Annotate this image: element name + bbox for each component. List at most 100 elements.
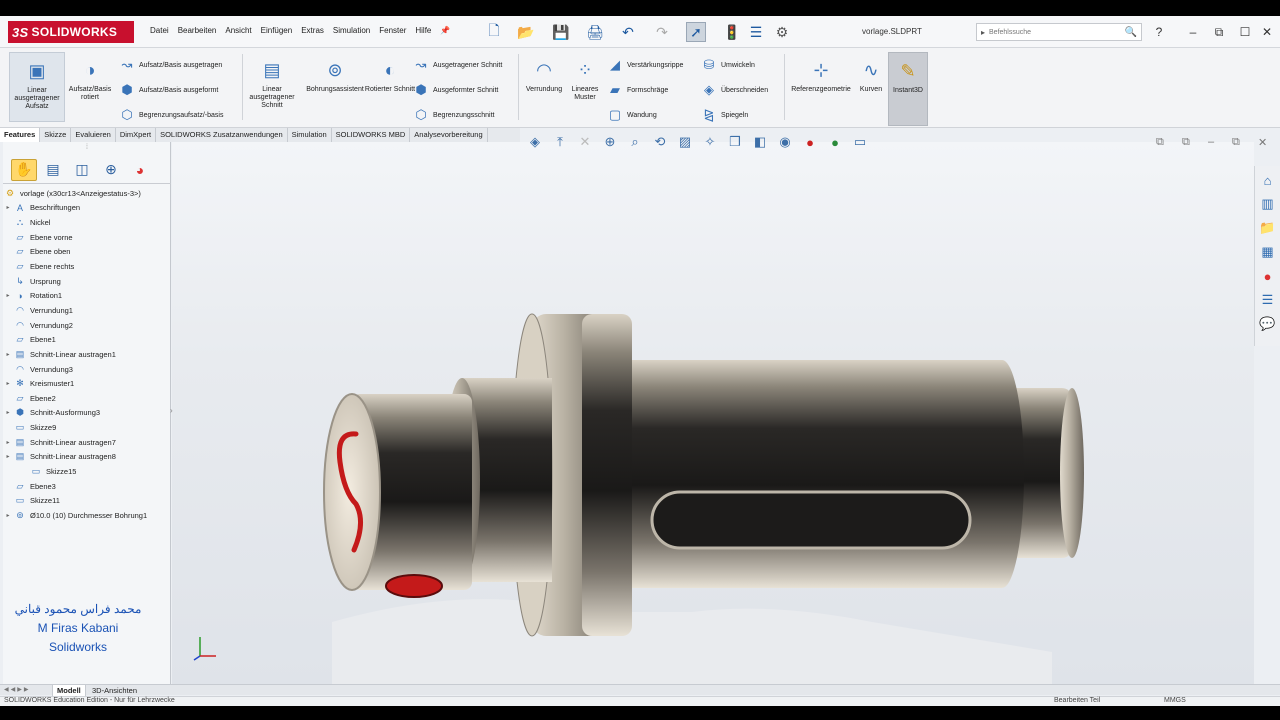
tree-item[interactable]: ↳ Ursprung [3, 274, 171, 289]
hole-wizard-button[interactable]: ⊚ Bohrungsassistent [302, 52, 368, 122]
options-gear-icon[interactable]: ⚙ [772, 22, 792, 42]
tree-item[interactable]: ▸ ◑ Rotation1 [3, 288, 171, 303]
viewport-split-icon[interactable]: ⧉ [1182, 136, 1190, 149]
tree-item[interactable]: ▸ ▤ Schnitt-Linear austragen1 [3, 347, 171, 362]
revolved-boss-button[interactable]: ◑ Aufsatz/Basis rotiert [62, 52, 118, 122]
menu-simulation[interactable]: Simulation [333, 26, 370, 35]
expand-arrow-icon[interactable]: ▸ [3, 512, 13, 519]
section-icon[interactable]: ▨ [674, 133, 696, 151]
expand-arrow-icon[interactable]: ▸ [3, 380, 13, 387]
menu-bearbeiten[interactable]: Bearbeiten [178, 26, 217, 35]
view-orientation-icon[interactable]: ❒ [724, 133, 746, 151]
restore-icon[interactable]: ⧉ [1210, 23, 1228, 41]
new-document-icon[interactable]: 🗋 [484, 22, 504, 42]
panel-collapse-handle[interactable]: ⁞ [3, 144, 171, 154]
expand-arrow-icon[interactable]: ▸ [3, 409, 13, 416]
menu-einfuegen[interactable]: Einfügen [261, 26, 293, 35]
extruded-boss-button[interactable]: ▣ Linear ausgetragener Aufsatz [9, 52, 65, 122]
reference-geometry-button[interactable]: ⊹ Referenzgeometrie [786, 52, 856, 122]
tree-item[interactable]: ▱ Ebene rechts [3, 259, 171, 274]
redo-icon[interactable]: ↷ [652, 22, 672, 42]
tree-item[interactable]: ◠ Verrundung3 [3, 362, 171, 377]
tree-item[interactable]: ▭ Skizze9 [3, 420, 171, 435]
menu-fenster[interactable]: Fenster [379, 26, 406, 35]
minimize-icon[interactable]: – [1184, 23, 1202, 41]
maximize-icon[interactable]: ☐ [1236, 23, 1254, 41]
boundary-boss-button[interactable]: ⬡ Begrenzungsaufsatz/-basis [118, 104, 223, 126]
tab-mbd[interactable]: SOLIDWORKS MBD [332, 128, 411, 142]
display-style-icon[interactable]: ◧ [749, 133, 771, 151]
search-scope-icon[interactable]: ▸ [981, 28, 985, 37]
tree-item[interactable]: ▸ A Beschriftungen [3, 201, 171, 216]
intersect-button[interactable]: ◈ Überschneiden [700, 79, 768, 101]
tab-addins[interactable]: SOLIDWORKS Zusatzanwendungen [156, 128, 288, 142]
zoom-to-fit-icon[interactable]: ⊕ [599, 133, 621, 151]
rebuild-icon[interactable]: 🚦 [722, 22, 742, 42]
command-search[interactable]: ▸ Befehlssuche 🔍 [976, 23, 1142, 41]
display-settings-icon[interactable]: ▭ [849, 133, 871, 151]
tree-item[interactable]: ▸ ▤ Schnitt-Linear austragen8 [3, 450, 171, 465]
instant3d-toggle[interactable]: ✎ Instant3D [888, 52, 928, 126]
dynamic-annotation-icon[interactable]: ✧ [699, 133, 721, 151]
undo-icon[interactable]: ↶ [618, 22, 638, 42]
tab-skizze[interactable]: Skizze [40, 128, 72, 142]
menu-ansicht[interactable]: Ansicht [225, 26, 251, 35]
pin-icon[interactable]: 📌 [440, 26, 450, 35]
section-view-icon[interactable]: ✕ [574, 133, 596, 151]
scene-icon[interactable]: ● [824, 133, 846, 151]
menu-extras[interactable]: Extras [301, 26, 324, 35]
select-arrow-icon[interactable]: ➚ [686, 22, 706, 42]
home-icon[interactable]: ⌂ [1258, 170, 1278, 190]
tab-analysis-prep[interactable]: Analysevorbereitung [410, 128, 488, 142]
previous-view-icon[interactable]: ⟲ [649, 133, 671, 151]
property-manager-tab-icon[interactable]: ▤ [40, 159, 66, 181]
search-icon[interactable]: 🔍 [1125, 27, 1137, 38]
tree-item[interactable]: ▱ Ebene3 [3, 479, 171, 494]
expand-arrow-icon[interactable]: ▸ [3, 351, 13, 358]
viewport-tile-icon[interactable]: ⧉ [1156, 136, 1164, 149]
tree-item[interactable]: ▱ Ebene2 [3, 391, 171, 406]
tree-item[interactable]: ▸ ⬢ Schnitt-Ausformung3 [3, 406, 171, 421]
appearance-icon[interactable]: ● [799, 133, 821, 151]
tree-item[interactable]: ▱ Ebene1 [3, 332, 171, 347]
display-manager-tab-icon[interactable]: ◕ [127, 159, 153, 181]
part-model-shaft[interactable] [172, 142, 1254, 684]
hide-show-icon[interactable]: ◉ [774, 133, 796, 151]
tree-item[interactable]: ▸ ▤ Schnitt-Linear austragen7 [3, 435, 171, 450]
menu-datei[interactable]: Datei [150, 26, 169, 35]
configuration-manager-tab-icon[interactable]: ◫ [69, 159, 95, 181]
expand-arrow-icon[interactable]: ▸ [3, 453, 13, 460]
tree-item[interactable]: ⛬ Nickel [3, 215, 171, 230]
tree-item[interactable]: ▭ Skizze15 [3, 464, 171, 479]
design-library-icon[interactable]: ▥ [1258, 194, 1278, 214]
extruded-cut-button[interactable]: ▤ Linear ausgetragener Schnitt [244, 52, 300, 122]
draft-button[interactable]: ▰ Formschräge [606, 79, 668, 101]
zoom-area-icon[interactable]: ⌕ [624, 133, 646, 151]
dimxpert-manager-tab-icon[interactable]: ⊕ [98, 159, 124, 181]
custom-properties-icon[interactable]: ☰ [1258, 290, 1278, 310]
swept-cut-button[interactable]: ↝ Ausgetragener Schnitt [412, 54, 503, 76]
revolved-cut-button[interactable]: ◐ Rotierter Schnitt [364, 52, 416, 122]
expand-arrow-icon[interactable]: ▸ [3, 439, 13, 446]
status-units[interactable]: MMGS [1164, 697, 1186, 704]
feature-tree-tab-icon[interactable]: ✋ [11, 158, 37, 181]
close-icon[interactable]: ✕ [1258, 23, 1276, 41]
open-icon[interactable]: 📂 [516, 22, 536, 42]
tab-evaluieren[interactable]: Evaluieren [71, 128, 116, 142]
viewport-restore-icon[interactable]: ⧉ [1232, 136, 1240, 149]
lofted-boss-button[interactable]: ⬢ Aufsatz/Basis ausgeformt [118, 79, 218, 101]
curves-button[interactable]: ∿ Kurven [854, 52, 888, 122]
linear-pattern-button[interactable]: ⁘ Lineares Muster [565, 52, 605, 122]
forum-icon[interactable]: 💬 [1258, 314, 1278, 334]
save-icon[interactable]: 💾 [551, 22, 571, 42]
solidworks-logo[interactable]: 3S SOLIDWORKS [8, 21, 134, 43]
panel-splitter[interactable]: › [170, 406, 176, 426]
tab-features[interactable]: Features [0, 128, 41, 142]
tab-dimxpert[interactable]: DimXpert [116, 128, 157, 142]
graphics-area[interactable] [172, 142, 1254, 684]
print-icon[interactable]: 🖨 [585, 22, 605, 42]
viewport-close-icon[interactable]: ✕ [1258, 136, 1267, 149]
tree-item[interactable]: ▱ Ebene oben [3, 245, 171, 260]
shell-button[interactable]: ▢ Wandung [606, 104, 657, 126]
lofted-cut-button[interactable]: ⬢ Ausgeformter Schnitt [412, 79, 498, 101]
